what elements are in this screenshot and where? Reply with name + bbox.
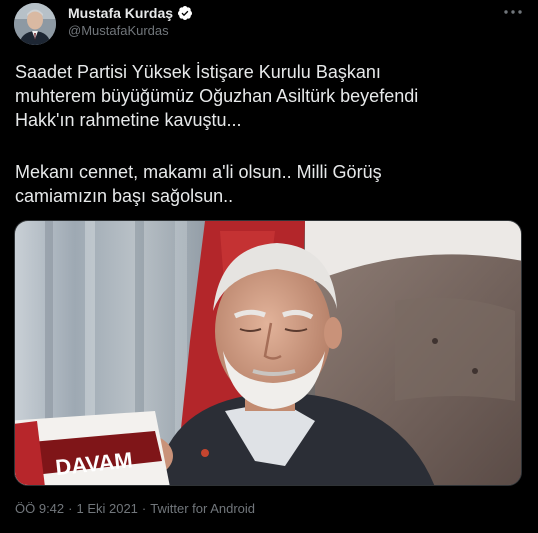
meta-separator: ·	[68, 501, 73, 516]
tweet-text-paragraph-1: Saadet Partisi Yüksek İstişare Kurulu Ba…	[15, 62, 419, 130]
tweet-date[interactable]: 1 Eki 2021	[76, 501, 137, 516]
avatar[interactable]	[14, 3, 56, 45]
more-horizontal-icon[interactable]	[502, 4, 524, 20]
tweet-source[interactable]: Twitter for Android	[150, 501, 255, 516]
tweet-text-paragraph-2: Mekanı cennet, makamı a'li olsun.. Milli…	[15, 162, 382, 206]
author-name-row[interactable]: Mustafa Kurdaş	[68, 4, 193, 22]
tweet: Mustafa Kurdaş @MustafaKurdas Saadet Par…	[0, 0, 538, 533]
verified-badge-icon	[177, 5, 193, 21]
author-handle[interactable]: @MustafaKurdas	[68, 23, 169, 38]
author-display-name[interactable]: Mustafa Kurdaş	[68, 5, 173, 21]
meta-separator: ·	[141, 501, 147, 516]
tweet-time[interactable]: ÖÖ 9:42	[15, 501, 64, 516]
tweet-meta: ÖÖ 9:42 · 1 Eki 2021 · Twitter for Andro…	[15, 501, 255, 516]
tweet-photo[interactable]: DAVAM	[14, 220, 522, 486]
